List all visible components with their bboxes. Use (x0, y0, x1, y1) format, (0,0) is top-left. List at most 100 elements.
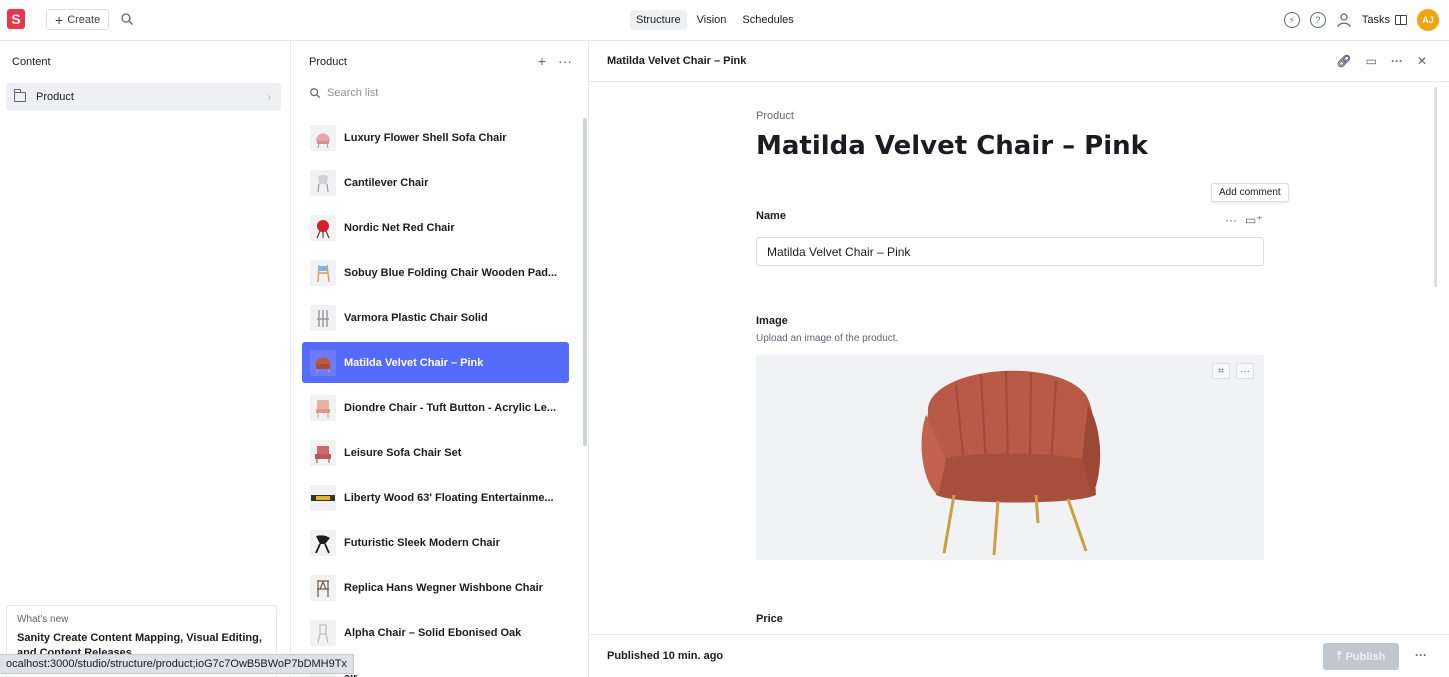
list-item[interactable]: Sobuy Blue Folding Chair Wooden Pad... (302, 250, 569, 295)
product-thumbnail (310, 529, 336, 556)
list-item-label: Luxury Flower Shell Sofa Chair (344, 131, 507, 144)
price-field-label: Price (756, 613, 783, 625)
list-item-label: Futuristic Sleek Modern Chair (344, 536, 500, 549)
name-input[interactable]: Matilda Velvet Chair – Pink (756, 237, 1264, 266)
product-thumbnail (310, 574, 336, 601)
product-thumbnail (310, 349, 336, 376)
create-button[interactable]: + Create (46, 9, 110, 30)
list-item[interactable]: Diondre Chair - Tuft Button - Acrylic Le… (302, 385, 569, 430)
product-thumbnail (310, 484, 336, 511)
content-item-product[interactable]: Product › (6, 83, 281, 111)
list-item[interactable]: Luxury Flower Shell Sofa Chair (302, 115, 569, 160)
add-comment-icon[interactable]: ▭⁺ (1245, 213, 1263, 227)
help-icon[interactable]: ? (1309, 12, 1326, 28)
product-thumbnail (310, 439, 336, 466)
list-item-label: Diondre Chair - Tuft Button - Acrylic Le… (344, 401, 557, 414)
publish-label: Publish (1345, 650, 1386, 663)
top-right-actions: ⚡ ? Tasks AJ (1283, 9, 1439, 31)
list-scrollbar[interactable] (583, 118, 587, 446)
tab-vision[interactable]: Vision (691, 10, 733, 30)
list-item[interactable]: Alpha Chair – Solid Ebonised Oak (302, 610, 569, 655)
more-options-icon[interactable]: ··· (1391, 54, 1403, 68)
product-thumbnail (310, 394, 336, 421)
comment-icon[interactable]: ▭ (1366, 54, 1377, 68)
product-list: Luxury Flower Shell Sofa Chair Cantileve… (302, 115, 569, 677)
list-item[interactable]: Replica Hans Wegner Wishbone Chair (302, 565, 569, 610)
publish-status: Published 10 min. ago (607, 650, 724, 662)
list-item-label: Alpha Chair – Solid Ebonised Oak (344, 626, 522, 639)
search-icon[interactable] (120, 12, 134, 26)
top-nav: Structure Vision Schedules (630, 10, 800, 30)
product-thumbnail (310, 304, 336, 331)
product-list-pane: Product + ··· Search list Luxury Flower … (291, 41, 589, 677)
status-url-bar: ocalhost:3000/studio/structure/product;i… (0, 654, 354, 674)
search-icon (310, 88, 321, 99)
name-field-actions: ··· ▭⁺ (1225, 213, 1263, 227)
name-field-label: Name (756, 210, 786, 222)
product-thumbnail (310, 169, 336, 196)
lightning-icon[interactable]: ⚡ (1283, 12, 1300, 28)
list-item-label: Cantilever Chair (344, 176, 429, 189)
chevron-right-icon: › (267, 91, 271, 103)
chair-image (921, 370, 1101, 556)
publish-icon: ⤒ (1336, 650, 1342, 662)
add-comment-tooltip: Add comment (1211, 183, 1289, 202)
presence-icon[interactable] (1336, 12, 1352, 28)
image-field-description: Upload an image of the product. (756, 333, 899, 344)
document-pane: Matilda Velvet Chair – Pink 🔗︎ ▭ ··· ✕ P… (589, 41, 1449, 677)
list-item-label: Sobuy Blue Folding Chair Wooden Pad... (344, 266, 558, 279)
list-item-label: Matilda Velvet Chair – Pink (344, 356, 484, 369)
document-type-label: Product (756, 110, 794, 122)
content-item-label: Product (36, 91, 74, 103)
list-header: Product + ··· (291, 41, 588, 82)
link-icon[interactable]: 🔗︎ (1336, 54, 1351, 68)
field-more-icon[interactable]: ··· (1225, 213, 1237, 227)
user-avatar[interactable]: AJ (1417, 9, 1439, 31)
product-thumbnail (310, 214, 336, 241)
folder-icon (14, 89, 26, 102)
close-icon[interactable]: ✕ (1417, 54, 1427, 68)
document-title: Matilda Velvet Chair – Pink (756, 131, 1148, 161)
publish-button[interactable]: ⤒ Publish (1323, 643, 1399, 670)
tab-structure[interactable]: Structure (630, 10, 687, 30)
list-item-selected[interactable]: Matilda Velvet Chair – Pink (302, 342, 569, 383)
product-thumbnail (310, 259, 336, 286)
create-label: Create (67, 13, 101, 26)
document-header: Matilda Velvet Chair – Pink 🔗︎ ▭ ··· ✕ (589, 41, 1449, 82)
list-item[interactable]: Liberty Wood 63' Floating Entertainme... (302, 475, 569, 520)
content-pane-title: Content (12, 55, 51, 68)
list-item[interactable]: Cantilever Chair (302, 160, 569, 205)
whats-new-label: What's new (17, 614, 69, 625)
image-field-label: Image (756, 315, 788, 327)
list-item-label: Liberty Wood 63' Floating Entertainme... (344, 491, 554, 504)
tasks-label: Tasks (1361, 14, 1390, 26)
list-item[interactable]: Nordic Net Red Chair (302, 205, 569, 250)
list-item[interactable]: Futuristic Sleek Modern Chair (302, 520, 569, 565)
list-title: Product (309, 55, 347, 68)
list-item[interactable]: Leisure Sofa Chair Set (302, 430, 569, 475)
add-document-icon[interactable]: + (538, 53, 546, 69)
list-item[interactable]: Varmora Plastic Chair Solid (302, 295, 569, 340)
tab-schedules[interactable]: Schedules (736, 10, 799, 30)
sidebar-panel-icon (1395, 15, 1407, 25)
list-item-label: Varmora Plastic Chair Solid (344, 311, 488, 324)
top-bar: S + Create Structure Vision Schedules ⚡ … (0, 0, 1449, 41)
product-image[interactable]: ⌗ ··· (756, 355, 1264, 560)
footer-more-icon[interactable]: ··· (1415, 648, 1427, 662)
more-options-icon[interactable]: ··· (558, 53, 572, 69)
list-item-label: Leisure Sofa Chair Set (344, 446, 462, 459)
list-item-label: Nordic Net Red Chair (344, 221, 455, 234)
sanity-logo[interactable]: S (7, 9, 25, 29)
product-thumbnail (310, 619, 336, 646)
document-footer: Published 10 min. ago ⤒ Publish ··· (589, 634, 1449, 677)
tasks-button[interactable]: Tasks (1362, 14, 1407, 26)
document-scrollbar[interactable] (1434, 87, 1437, 287)
document-body: Product Matilda Velvet Chair – Pink Add … (589, 83, 1449, 634)
document-header-title: Matilda Velvet Chair – Pink (607, 55, 747, 67)
list-item-label: Replica Hans Wegner Wishbone Chair (344, 581, 543, 594)
content-pane: Content Product › What's new Sanity Crea… (0, 41, 291, 677)
plus-icon: + (55, 11, 64, 28)
search-list[interactable]: Search list (309, 87, 378, 99)
search-list-placeholder: Search list (327, 87, 379, 99)
product-thumbnail (310, 124, 336, 151)
